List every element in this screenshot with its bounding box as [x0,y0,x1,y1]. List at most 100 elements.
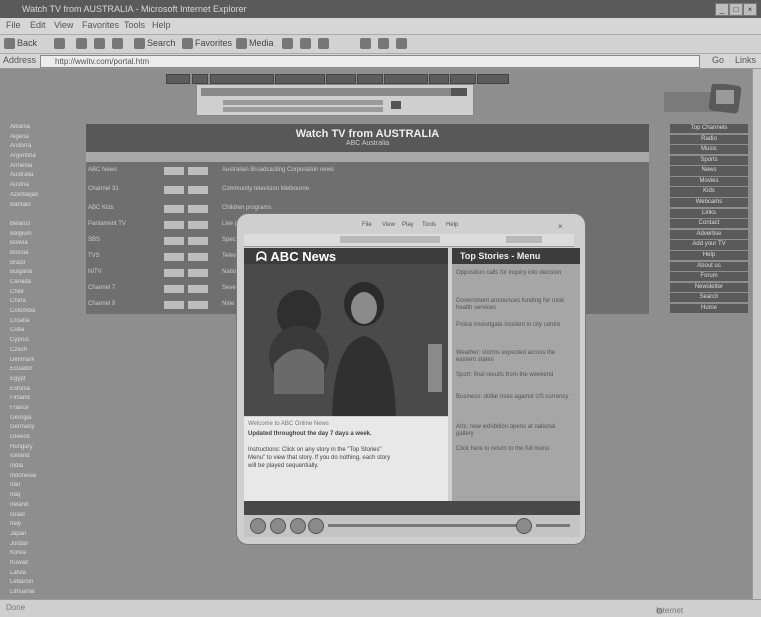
listen-button[interactable] [188,186,208,194]
site-nav-button[interactable] [357,74,383,84]
player-menu-play[interactable]: Play [402,222,414,228]
category-link[interactable]: Webcams [670,198,748,208]
favorites-button[interactable]: Favorites [182,37,232,50]
category-link[interactable]: Home [670,303,748,314]
volume-slider[interactable] [536,524,570,527]
story-link[interactable]: Police investigate incident in city cent… [456,322,574,329]
menu-edit[interactable]: Edit [30,20,46,30]
watch-button[interactable] [164,221,184,229]
country-link[interactable]: Iceland [10,453,80,463]
watch-button[interactable] [164,186,184,194]
messenger-button[interactable] [396,37,409,50]
mail-button[interactable] [300,37,313,50]
site-nav-button[interactable] [192,74,208,84]
mute-button[interactable] [516,518,532,534]
country-link[interactable]: Germany [10,424,80,434]
minimize-button[interactable]: _ [715,3,729,16]
close-button[interactable]: × [743,3,757,16]
search-go-button[interactable] [391,101,401,109]
channel-name[interactable]: ABC Kids [88,205,114,211]
country-link[interactable]: Colombia [10,308,80,318]
channel-name[interactable]: TVS [88,253,100,259]
country-link[interactable]: Australia [10,172,80,182]
category-link[interactable]: Top Channels [670,124,748,134]
category-link[interactable]: Links [670,208,748,218]
channel-name[interactable]: Channel 7 [88,285,115,291]
country-link[interactable]: Korea [10,550,80,560]
country-link[interactable]: India [10,463,80,473]
home-button[interactable] [112,37,125,50]
site-nav-button[interactable] [450,74,476,84]
maximize-button[interactable]: □ [729,3,743,16]
country-link[interactable]: Czech [10,347,80,357]
category-link[interactable]: About us [670,261,748,271]
story-link[interactable]: Sport: final results from the weekend [456,372,574,379]
country-link[interactable]: Armenia [10,163,80,173]
category-link[interactable]: Kids [670,187,748,197]
country-link[interactable]: Azerbaijan [10,192,80,202]
category-link[interactable]: Newsletter [670,282,748,292]
player-menu-view[interactable]: View [382,222,395,228]
category-link[interactable]: Advertise [670,229,748,239]
player-menu-file[interactable]: File [362,222,372,228]
country-link[interactable]: Denmark [10,357,80,367]
site-nav-button[interactable] [275,74,325,84]
category-link[interactable]: Add your TV [670,240,748,250]
country-link[interactable]: Finland [10,395,80,405]
country-link[interactable]: Hungary [10,444,80,454]
country-link[interactable]: Bosnia [10,250,80,260]
discuss-button[interactable] [378,37,391,50]
country-link[interactable]: Georgia [10,415,80,425]
site-nav-button[interactable] [429,74,449,84]
story-link[interactable]: Arts: new exhibition opens at national g… [456,424,574,438]
country-link[interactable]: Argentina [10,153,80,163]
site-search-button[interactable] [451,88,467,96]
country-link[interactable]: Jordan [10,541,80,551]
category-link[interactable]: News [670,166,748,176]
country-link[interactable]: Lebanon [10,579,80,589]
watch-button[interactable] [164,301,184,309]
player-menu-tools[interactable]: Tools [422,222,436,228]
menu-help[interactable]: Help [152,20,171,30]
channel-name[interactable]: ABC News [88,167,117,173]
watch-button[interactable] [164,253,184,261]
watch-button[interactable] [164,205,184,213]
menu-favorites[interactable]: Favorites [82,20,119,30]
listen-button[interactable] [188,205,208,213]
country-link[interactable]: Egypt [10,376,80,386]
links-button[interactable]: Links [735,55,756,65]
listen-button[interactable] [188,221,208,229]
listen-button[interactable] [188,253,208,261]
go-button[interactable]: Go [712,55,724,65]
channel-name[interactable]: SBS [88,237,100,243]
country-link[interactable]: Greece [10,434,80,444]
menu-file[interactable]: File [6,20,21,30]
category-link[interactable]: Contact [670,219,748,229]
country-link[interactable]: Canada [10,279,80,289]
watch-button[interactable] [164,285,184,293]
stop-button[interactable] [76,37,89,50]
country-link[interactable]: Kuwait [10,560,80,570]
country-link[interactable]: Japan [10,531,80,541]
story-link[interactable]: Government announces funding for rural h… [456,298,574,312]
site-search-input[interactable] [201,88,459,96]
edit-button[interactable] [360,37,373,50]
media-button[interactable]: Media [236,37,274,50]
country-link[interactable]: Austria [10,182,80,192]
address-input[interactable]: http://wwitv.com/portal.htm [40,55,700,68]
refresh-button[interactable] [94,37,107,50]
channel-name[interactable]: Channel 31 [88,186,119,192]
player-nav-button[interactable] [506,236,542,243]
country-link[interactable]: Bahrain [10,202,80,212]
country-link[interactable]: Albania [10,124,80,134]
country-link[interactable]: Cuba [10,327,80,337]
country-link[interactable]: Bulgaria [10,269,80,279]
country-link[interactable]: France [10,405,80,415]
site-nav-button[interactable] [384,74,428,84]
country-link[interactable]: Croatia [10,318,80,328]
forward-button[interactable] [54,37,67,50]
site-nav-button[interactable] [210,74,274,84]
search-button[interactable]: Search [134,37,176,50]
story-link[interactable]: Business: dollar rises against US curren… [456,394,574,401]
country-link[interactable]: Latvia [10,570,80,580]
